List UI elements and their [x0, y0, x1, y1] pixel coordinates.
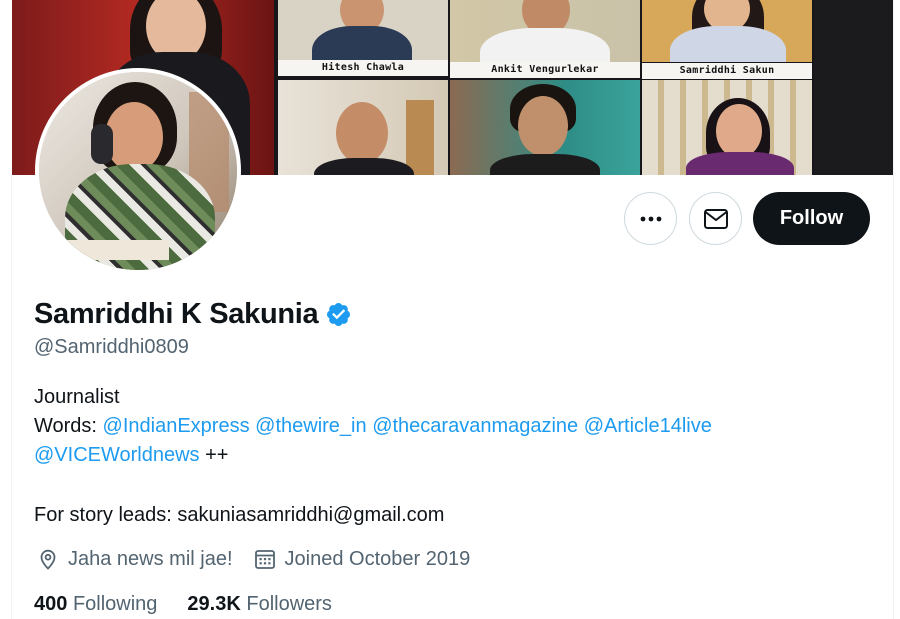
banner-tile: [642, 80, 812, 175]
avatar-photo: [39, 72, 237, 270]
mention-link[interactable]: @thewire_in: [255, 415, 366, 437]
location-text: Jaha news mil jae!: [68, 547, 233, 570]
followers-count: 29.3K: [187, 593, 241, 615]
column-border-right: [893, 0, 894, 619]
bio-line: @VICEWorldnews ++: [34, 441, 712, 470]
following-label: Following: [72, 593, 158, 615]
profile-handle: @Samriddhi0809: [34, 336, 189, 358]
verified-badge-icon[interactable]: [325, 301, 352, 328]
profile-stats: 400 Following 29.3K Followers: [34, 593, 362, 616]
follow-button[interactable]: Follow: [753, 192, 870, 245]
bio-story-leads: For story leads: sakuniasamriddhi@gmail.…: [34, 504, 445, 526]
participant-name-tag: Samriddhi Sakun: [642, 63, 812, 79]
profile-name-row: Samriddhi K Sakunia: [34, 298, 352, 331]
banner-tile: [450, 80, 640, 175]
participant-name-tag: Ankit Vengurlekar: [450, 62, 640, 78]
profile-joined: Joined October 2019: [253, 547, 471, 571]
column-border-left: [11, 175, 12, 619]
mention-link[interactable]: @thecaravanmagazine: [372, 415, 578, 437]
location-pin-icon: [40, 549, 56, 570]
banner-tile: [278, 80, 448, 175]
more-dots-icon: [640, 216, 661, 221]
more-button[interactable]: [624, 192, 677, 245]
display-name: Samriddhi K Sakunia: [34, 298, 319, 330]
mention-link[interactable]: @IndianExpress: [103, 415, 250, 437]
message-button[interactable]: [689, 192, 742, 245]
envelope-icon: [703, 208, 728, 229]
mention-link[interactable]: @VICEWorldnews: [34, 444, 200, 466]
banner-tile: [450, 0, 640, 62]
bio-line: Words: @IndianExpress @thewire_in @theca…: [34, 412, 712, 441]
bio-suffix: ++: [205, 444, 229, 466]
profile-location: Jaha news mil jae!: [36, 547, 233, 571]
followers-label: Followers: [246, 593, 332, 615]
mention-link[interactable]: @Article14live: [584, 415, 712, 437]
participant-name-tag: Hitesh Chawla: [278, 60, 448, 76]
bio-line: Journalist: [34, 386, 120, 408]
calendar-icon: [254, 550, 275, 569]
following-link[interactable]: 400 Following: [34, 593, 157, 616]
banner-tile: [642, 0, 812, 62]
profile-bio: Journalist Words: @IndianExpress @thewir…: [34, 383, 712, 470]
banner-tile: [814, 0, 893, 175]
profile-meta: Jaha news mil jae! Joined October 2019: [36, 547, 490, 571]
bio-words-label: Words:: [34, 415, 97, 437]
profile-avatar[interactable]: [35, 68, 241, 274]
banner-tile: [278, 0, 448, 60]
profile-page: Hitesh Chawla Ankit Vengurlekar Samriddh…: [0, 0, 900, 619]
joined-text: Joined October 2019: [284, 547, 471, 570]
following-count: 400: [34, 593, 68, 615]
followers-link[interactable]: 29.3K Followers: [187, 593, 332, 616]
